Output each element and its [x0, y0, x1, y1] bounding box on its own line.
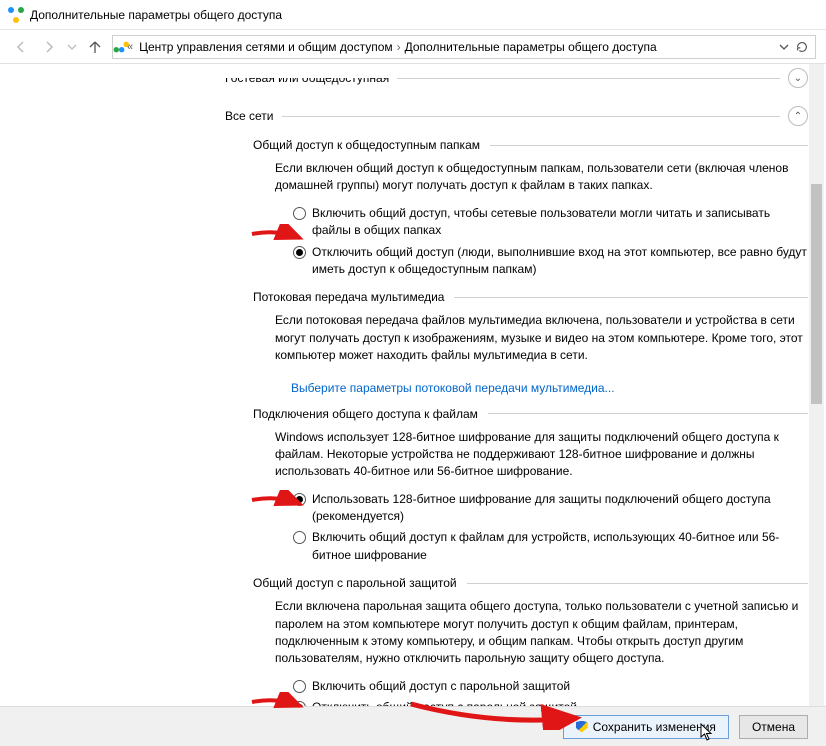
radio-label[interactable]: Включить общий доступ с парольной защито…	[312, 678, 808, 695]
recent-dropdown-icon[interactable]	[66, 36, 78, 58]
radio-public-enable[interactable]	[293, 207, 306, 220]
forward-icon[interactable]	[38, 36, 60, 58]
scrollbar-thumb[interactable]	[811, 184, 822, 404]
breadcrumb-item[interactable]: Центр управления сетями и общим доступом	[139, 40, 393, 54]
breadcrumb-item[interactable]: Дополнительные параметры общего доступа	[405, 40, 657, 54]
breadcrumb: Центр управления сетями и общим доступом…	[139, 40, 657, 54]
section-title: Потоковая передача мультимедиа	[253, 290, 444, 304]
section-description: Если включен общий доступ к общедоступны…	[275, 160, 808, 195]
profile-label: Все сети	[225, 109, 274, 123]
button-label: Отмена	[752, 720, 795, 734]
section-description: Если включена парольная защита общего до…	[275, 598, 808, 668]
section-public-folders: Общий доступ к общедоступным папкам Если…	[253, 138, 808, 278]
titlebar: Дополнительные параметры общего доступа	[0, 0, 826, 30]
section-title: Общий доступ с парольной защитой	[253, 576, 457, 590]
radio-encrypt-4056[interactable]	[293, 531, 306, 544]
chevron-down-icon[interactable]	[779, 42, 789, 52]
chevron-down-icon[interactable]: ⌄	[788, 68, 808, 88]
vertical-scrollbar[interactable]	[809, 64, 824, 706]
section-description: Если потоковая передача файлов мультимед…	[275, 312, 808, 364]
section-title: Общий доступ к общедоступным папкам	[253, 138, 480, 152]
save-button[interactable]: Сохранить изменения	[563, 715, 729, 739]
media-streaming-link[interactable]: Выберите параметры потоковой передачи му…	[291, 381, 615, 395]
section-title: Подключения общего доступа к файлам	[253, 407, 478, 421]
address-bar[interactable]: « Центр управления сетями и общим доступ…	[112, 35, 816, 59]
network-center-icon	[8, 7, 24, 23]
radio-label[interactable]: Отключить общий доступ (люди, выполнивши…	[312, 244, 808, 279]
radio-label[interactable]: Отключить общий доступ с парольной защит…	[312, 699, 808, 706]
navbar: « Центр управления сетями и общим доступ…	[0, 30, 826, 64]
refresh-icon[interactable]	[795, 40, 809, 54]
cancel-button[interactable]: Отмена	[739, 715, 808, 739]
section-password-sharing: Общий доступ с парольной защитой Если вк…	[253, 576, 808, 706]
radio-label[interactable]: Использовать 128-битное шифрование для з…	[312, 491, 808, 526]
chevron-up-icon[interactable]: ⌃	[788, 106, 808, 126]
radio-public-disable[interactable]	[293, 246, 306, 259]
profile-header-all-networks[interactable]: Все сети ⌃	[225, 106, 808, 126]
window-title: Дополнительные параметры общего доступа	[30, 8, 282, 22]
content-panel: Гостевая или общедоступная ⌄ Все сети ⌃ …	[0, 64, 826, 706]
button-label: Сохранить изменения	[593, 720, 716, 734]
chevron-right-icon: ›	[397, 40, 401, 54]
radio-encrypt-128[interactable]	[293, 493, 306, 506]
back-icon[interactable]	[10, 36, 32, 58]
profile-label: Гостевая или общедоступная	[225, 71, 389, 85]
section-media-streaming: Потоковая передача мультимедиа Если пото…	[253, 290, 808, 394]
radio-label[interactable]: Включить общий доступ, чтобы сетевые пол…	[312, 205, 808, 240]
footer-bar: Сохранить изменения Отмена	[0, 706, 826, 746]
shield-icon	[576, 721, 588, 733]
profile-header-guest[interactable]: Гостевая или общедоступная ⌄	[225, 68, 808, 88]
radio-password-on[interactable]	[293, 680, 306, 693]
section-file-sharing: Подключения общего доступа к файлам Wind…	[253, 407, 808, 565]
section-description: Windows использует 128-битное шифрование…	[275, 429, 808, 481]
up-icon[interactable]	[84, 36, 106, 58]
radio-label[interactable]: Включить общий доступ к файлам для устро…	[312, 529, 808, 564]
